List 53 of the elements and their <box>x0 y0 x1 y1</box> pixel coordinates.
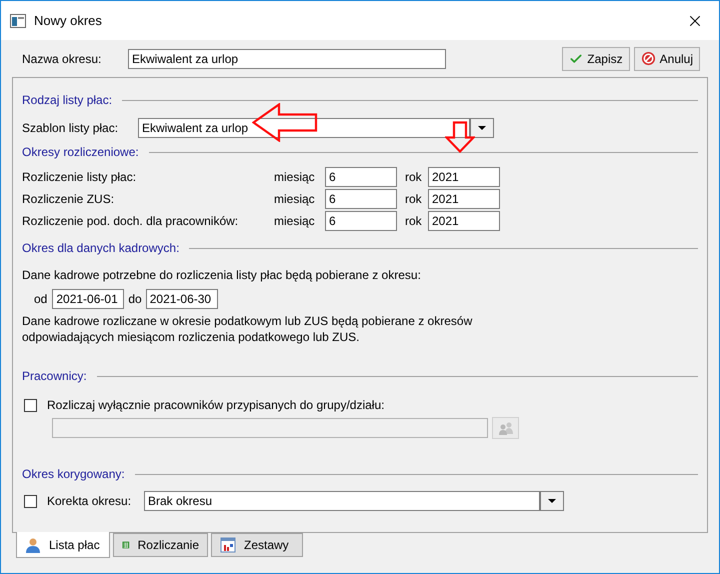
checkbox-label: Korekta okresu: <box>47 493 132 510</box>
person-icon <box>25 536 41 552</box>
section-heading: Pracownicy: <box>22 368 87 385</box>
chart-icon <box>220 537 236 553</box>
check-icon <box>569 52 584 66</box>
field-label: Szablon listy płac: <box>22 120 120 137</box>
from-label: od <box>34 291 48 308</box>
month-field[interactable]: 6 <box>325 189 397 209</box>
tab[interactable]: Zestawy <box>211 533 303 557</box>
window-icon <box>10 14 26 28</box>
year-field[interactable]: 2021 <box>428 211 500 231</box>
caret-icon <box>478 126 486 130</box>
month-label: miesiąc <box>274 191 316 208</box>
year-label: rok <box>405 191 423 208</box>
year-label: rok <box>405 213 423 230</box>
month-label: miesiąc <box>274 169 316 186</box>
window-title: Nowy okres <box>34 12 102 30</box>
save-button[interactable]: Zapisz <box>562 46 630 70</box>
section-heading: Okres korygowany: <box>22 466 125 483</box>
date-field[interactable]: 2021-06-30 <box>146 289 218 309</box>
month-field[interactable]: 6 <box>325 167 397 187</box>
tab[interactable]: Rozliczanie <box>113 533 208 557</box>
year-field[interactable]: 2021 <box>428 167 500 187</box>
field-label: Nazwa okresu: <box>22 50 102 68</box>
note-text: Dane kadrowe rozliczane w okresie podatkowym lub ZUS będą pobierane z okresów odpowiadających miesiącom rozliczenia podatkowego lub ZUS. <box>22 313 474 345</box>
prohibited-icon <box>640 51 656 66</box>
row-label: Rozliczenie listy płac: <box>22 169 138 186</box>
row-label: Rozliczenie ZUS: <box>22 191 116 208</box>
dropdown-button[interactable] <box>540 491 564 511</box>
date-field[interactable]: 2021-06-01 <box>52 289 124 309</box>
year-field[interactable]: 2021 <box>428 189 500 209</box>
row-label: Rozliczenie pod. doch. dla pracowników: <box>22 213 240 230</box>
cancel-button[interactable]: Anuluj <box>634 46 700 70</box>
section-heading: Okresy rozliczeniowe: <box>22 144 139 161</box>
period-combobox[interactable]: Brak okresu <box>144 491 540 511</box>
section-heading: Rodzaj listy płac: <box>22 92 112 109</box>
annotation-arrow <box>252 103 318 142</box>
checkbox[interactable] <box>24 398 37 412</box>
people-icon <box>498 421 514 435</box>
annotation-arrow <box>445 121 475 153</box>
name-field[interactable]: Ekwiwalent za urlop <box>128 48 446 68</box>
dropdown-button[interactable] <box>470 118 494 138</box>
checkbox-label: Rozliczaj wyłącznie pracowników przypisanych do grupy/działu: <box>47 397 384 414</box>
tab[interactable]: Lista płac <box>16 532 110 558</box>
month-field[interactable]: 6 <box>325 211 397 231</box>
intro-text: Dane kadrowe potrzebne do rozliczenia listy płac będą pobierane z okresu: <box>22 267 422 284</box>
year-label: rok <box>405 169 423 186</box>
month-label: miesiąc <box>274 213 316 230</box>
section-heading: Okres dla danych kadrowych: <box>22 240 180 257</box>
caret-icon <box>548 499 556 503</box>
to-label: do <box>128 291 142 308</box>
checkbox[interactable] <box>24 494 37 508</box>
template-combobox[interactable]: Ekwiwalent za urlop <box>138 118 470 138</box>
